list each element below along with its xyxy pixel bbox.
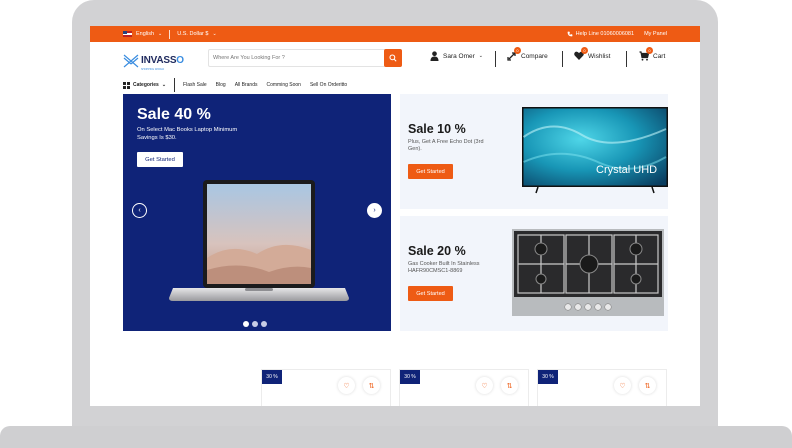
tv-image: Crystal UHD [522, 107, 668, 194]
compare-icon: ⇅ [368, 382, 375, 390]
product-card[interactable]: 30 % ♡ ⇅ [261, 369, 391, 406]
search-button[interactable] [384, 49, 402, 67]
slider-dots [243, 321, 267, 327]
add-to-compare-button[interactable]: ⇅ [501, 377, 518, 394]
add-to-compare-button[interactable]: ⇅ [639, 377, 656, 394]
logo-wordmark: INVASSO SHOPPING WORLD [141, 50, 184, 72]
discount-badge: 30 % [400, 370, 420, 384]
compare-label: Compare [521, 52, 548, 60]
promo-title: Sale 10 % [408, 122, 466, 136]
discount-badge: 30 % [262, 370, 282, 384]
browser-screen: English ⌄ U.S. Dollar $ ⌄ Help Line 0106… [90, 26, 700, 406]
cart-count-badge: 0 [646, 47, 653, 54]
laptop-image [169, 180, 349, 301]
user-menu[interactable]: Sara Omer ⌄ [430, 51, 483, 61]
slider-dot[interactable] [252, 321, 258, 327]
us-flag-icon [123, 31, 132, 37]
search-input[interactable] [209, 50, 384, 66]
nav-link-sell-on-orderitto[interactable]: Sell On Orderitto [310, 82, 347, 88]
cart-label: Cart [653, 52, 666, 60]
nav-link-all-brands[interactable]: All Brands [235, 82, 258, 88]
divider [169, 29, 171, 39]
slider-dot[interactable] [261, 321, 267, 327]
top-bar-links: Help Line 01060006081 My Panel [567, 26, 667, 42]
product-card[interactable]: 30 % ♡ ⇅ [399, 369, 529, 406]
search-icon [389, 54, 397, 62]
helpline-text: Help Line 01060006081 [575, 31, 635, 37]
divider [174, 78, 176, 92]
divider [562, 51, 563, 67]
top-bar: English ⌄ U.S. Dollar $ ⌄ Help Line 0106… [90, 26, 700, 42]
chevron-left-icon: ‹ [138, 207, 141, 214]
hero-subtitle: On Select Mac Books Laptop Minimum Savin… [137, 127, 238, 141]
logo[interactable]: INVASSO SHOPPING WORLD [123, 50, 184, 71]
wishlist-count-badge: 0 [581, 47, 588, 54]
hero-get-started-button[interactable]: Get Started [137, 152, 183, 167]
add-to-wishlist-button[interactable]: ♡ [476, 377, 493, 394]
heart-outline-icon: ♡ [481, 382, 488, 390]
tv-screen-text: Crystal UHD [596, 164, 657, 176]
wishlist-button[interactable]: 0 Wishlist [574, 47, 611, 61]
slider-dot[interactable] [243, 321, 249, 327]
grid-icon [123, 81, 130, 89]
logo-tagline: SHOPPING WORLD [141, 68, 165, 71]
search-bar [208, 49, 402, 67]
promo-subtitle: Plus, Get A Free Echo Dot (3rd Gen). [408, 139, 484, 152]
categories-label: Categories [133, 82, 159, 88]
product-card[interactable]: 30 % ♡ ⇅ [537, 369, 667, 406]
heart-outline-icon: ♡ [343, 382, 350, 390]
hero-title: Sale 40 % [137, 106, 211, 123]
compare-count-badge: 0 [514, 47, 521, 54]
compare-icon: ⇅ [644, 382, 651, 390]
divider [495, 51, 496, 67]
wishlist-label: Wishlist [588, 52, 611, 60]
currency-selector[interactable]: U.S. Dollar $ [177, 31, 208, 37]
locale-selectors: English ⌄ U.S. Dollar $ ⌄ [123, 26, 217, 42]
heart-outline-icon: ♡ [619, 382, 626, 390]
invasso-logo-icon [123, 54, 139, 67]
compare-button[interactable]: 0 Compare [507, 47, 548, 61]
cart-button[interactable]: 0 Cart [639, 47, 666, 61]
laptop-base [0, 426, 792, 448]
divider [626, 51, 627, 67]
categories-menu[interactable]: Categories ⌄ [123, 81, 167, 89]
chevron-down-icon: ⌄ [161, 82, 167, 88]
helpline[interactable]: Help Line 01060006081 [567, 31, 634, 37]
chevron-right-icon: › [373, 207, 376, 214]
cart-icon-wrap: 0 [639, 47, 653, 61]
my-panel-link[interactable]: My Panel [644, 31, 667, 37]
chevron-down-icon: ⌄ [478, 53, 483, 59]
nav-link-coming-soon[interactable]: Comming Soon [266, 82, 300, 88]
main-nav: Categories ⌄ Flash Sale Blog All Brands … [123, 78, 356, 92]
add-to-compare-button[interactable]: ⇅ [363, 377, 380, 394]
add-to-wishlist-button[interactable]: ♡ [614, 377, 631, 394]
add-to-wishlist-button[interactable]: ♡ [338, 377, 355, 394]
compare-icon-wrap: 0 [507, 47, 521, 61]
chevron-down-icon: ⌄ [212, 31, 217, 37]
hero-slider: Sale 40 % On Select Mac Books Laptop Min… [123, 94, 391, 331]
gas-cooker-image [512, 229, 664, 316]
promo-subtitle: Gas Cooker Built In Stainless HAFR90CMSC… [408, 261, 480, 274]
discount-badge: 30 % [538, 370, 558, 384]
compare-icon: ⇅ [506, 382, 513, 390]
phone-icon [567, 31, 573, 37]
promo-get-started-button[interactable]: Get Started [408, 164, 453, 179]
wishlist-icon-wrap: 0 [574, 47, 588, 61]
logo-text-o: O [176, 55, 184, 66]
language-selector[interactable]: English [136, 31, 154, 37]
logo-text: INVASS [141, 55, 177, 66]
nav-link-flash-sale[interactable]: Flash Sale [183, 82, 207, 88]
user-icon [430, 51, 439, 61]
hero-next-button[interactable]: › [367, 203, 382, 218]
header: INVASSO SHOPPING WORLD Sara Omer ⌄ 0 Com… [90, 42, 700, 74]
chevron-down-icon: ⌄ [158, 31, 163, 37]
promo-get-started-button[interactable]: Get Started [408, 286, 453, 301]
nav-link-blog[interactable]: Blog [216, 82, 226, 88]
promo-card-cooker[interactable]: Sale 20 % Gas Cooker Built In Stainless … [400, 216, 668, 331]
user-name: Sara Omer [443, 52, 475, 60]
promo-title: Sale 20 % [408, 244, 466, 258]
hero-prev-button[interactable]: ‹ [132, 203, 147, 218]
promo-card-tv[interactable]: Sale 10 % Plus, Get A Free Echo Dot (3rd… [400, 94, 668, 209]
